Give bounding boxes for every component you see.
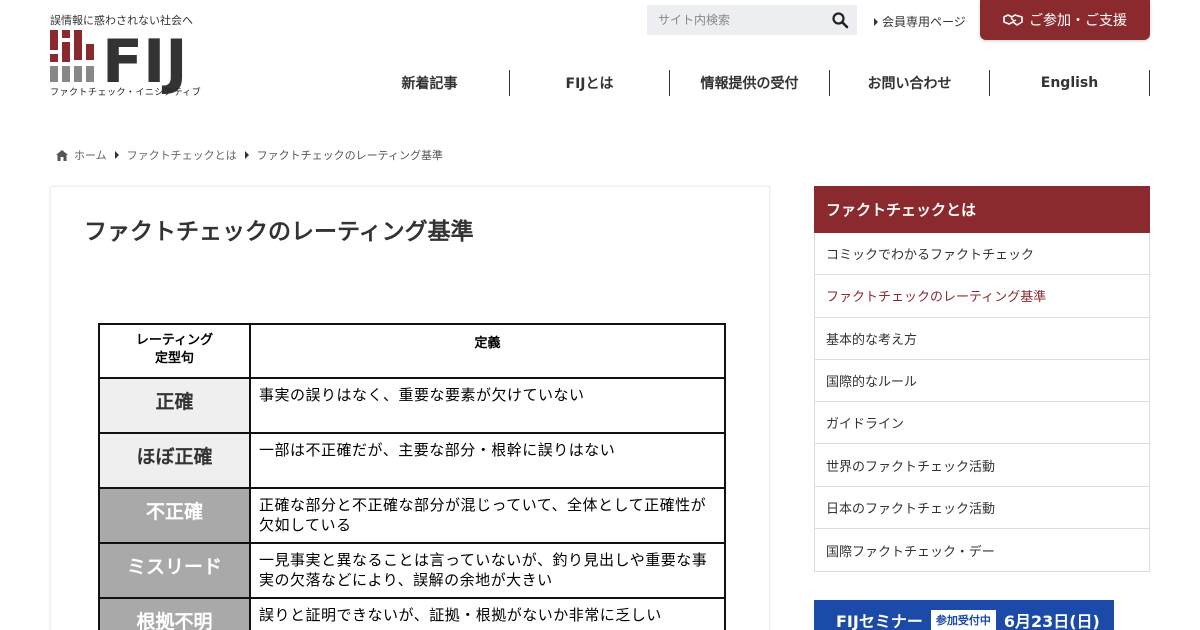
table-row: ミスリード 一見事実と異なることは言っていないが、釣り見出しや重要な事実の欠落な… [98, 542, 726, 599]
join-button-label: ご参加・ご支援 [1029, 13, 1127, 29]
nav-item-contact[interactable]: お問い合わせ [830, 70, 990, 96]
breadcrumb-home[interactable]: ホーム [74, 147, 107, 163]
table-header-row: レーティング 定型句 定義 [98, 323, 726, 379]
join-support-button[interactable]: ご参加・ご支援 [980, 0, 1150, 40]
chevron-right-icon [874, 17, 878, 26]
breadcrumb-separator-icon [114, 151, 119, 159]
nav-item-news[interactable]: 新着記事 [350, 70, 510, 96]
rating-definition: 誤りと証明できないが、証拠・根拠がないか非常に乏しい [249, 597, 726, 630]
search-input[interactable] [647, 5, 817, 35]
rating-term: 不正確 [98, 487, 251, 544]
logo-subtitle: ファクトチェック・イニシアティブ [50, 88, 202, 98]
search-icon[interactable] [831, 11, 849, 29]
article-card: ファクトチェックのレーティング基準 レーティング 定型句 定義 正確 事実の誤り… [50, 186, 770, 630]
sidebar-item-world-activities[interactable]: 世界のファクトチェック活動 [815, 444, 1149, 487]
sidebar-item-international-rules[interactable]: 国際的なルール [815, 360, 1149, 403]
sidebar-item-comic[interactable]: コミックでわかるファクトチェック [815, 233, 1149, 276]
breadcrumb-separator-icon [244, 151, 249, 159]
rating-definition: 一部は不正確だが、主要な部分・根幹に誤りはない [249, 432, 726, 489]
breadcrumb-current: ファクトチェックのレーティング基準 [256, 149, 444, 162]
sidebar-list: コミックでわかるファクトチェック ファクトチェックのレーティング基準 基本的な考… [814, 233, 1150, 573]
sidebar-item-basic-concept[interactable]: 基本的な考え方 [815, 318, 1149, 360]
table-row: 正確 事実の誤りはなく、重要な要素が欠けていない [98, 377, 726, 434]
breadcrumb-level1[interactable]: ファクトチェックとは [127, 147, 237, 163]
handshake-icon [1003, 14, 1023, 26]
seminar-banner[interactable]: FIJセミナー 参加受付中 6月23日(日) [814, 600, 1114, 630]
rating-term: ミスリード [98, 542, 251, 599]
sidebar-item-rating-criteria[interactable]: ファクトチェックのレーティング基準 [815, 275, 1149, 318]
page-title: ファクトチェックのレーティング基準 [84, 219, 474, 245]
sidebar: ファクトチェックとは コミックでわかるファクトチェック ファクトチェックのレーテ… [814, 186, 1150, 573]
sidebar-item-factcheck-day[interactable]: 国際ファクトチェック・デー [815, 529, 1149, 571]
rating-table: レーティング 定型句 定義 正確 事実の誤りはなく、重要な要素が欠けていない ほ… [98, 323, 726, 630]
site-search [647, 5, 857, 35]
banner-date: 6月23日(日) [1003, 612, 1100, 630]
rating-term: 正確 [98, 377, 251, 434]
table-row: 根拠不明 誤りと証明できないが、証拠・根拠がないか非常に乏しい [98, 597, 726, 630]
rating-definition: 事実の誤りはなく、重要な要素が欠けていない [249, 377, 726, 434]
breadcrumb: ホーム ファクトチェックとは ファクトチェックのレーティング基準 [56, 147, 443, 163]
rating-term: 根拠不明 [98, 597, 251, 630]
rating-definition: 一見事実と異なることは言っていないが、釣り見出しや重要な事実の欠落などにより、誤… [249, 542, 726, 599]
sidebar-item-guidelines[interactable]: ガイドライン [815, 402, 1149, 445]
member-page-link[interactable]: 会員専用ページ [874, 13, 966, 30]
header-definition: 定義 [249, 323, 726, 379]
banner-title: FIJセミナー [836, 612, 923, 630]
rating-term: ほぼ正確 [98, 432, 251, 489]
table-row: 不正確 正確な部分と不正確な部分が混じっていて、全体として正確性が欠如している [98, 487, 726, 544]
home-icon [56, 149, 68, 161]
member-link-label: 会員専用ページ [882, 15, 966, 29]
banner-badge: 参加受付中 [930, 610, 996, 630]
nav-item-english[interactable]: English [990, 70, 1150, 96]
global-nav: 新着記事 FIJとは 情報提供の受付 お問い合わせ English [350, 70, 1150, 96]
sidebar-item-japan-activities[interactable]: 日本のファクトチェック活動 [815, 487, 1149, 530]
rating-definition: 正確な部分と不正確な部分が混じっていて、全体として正確性が欠如している [249, 487, 726, 544]
table-row: ほぼ正確 一部は不正確だが、主要な部分・根幹に誤りはない [98, 432, 726, 489]
nav-item-about[interactable]: FIJとは [510, 70, 670, 96]
nav-item-tip-submission[interactable]: 情報提供の受付 [670, 70, 830, 96]
site-tagline: 誤情報に惑わされない社会へ [50, 14, 193, 27]
header-rating: レーティング 定型句 [98, 323, 251, 379]
sidebar-heading: ファクトチェックとは [814, 186, 1150, 233]
